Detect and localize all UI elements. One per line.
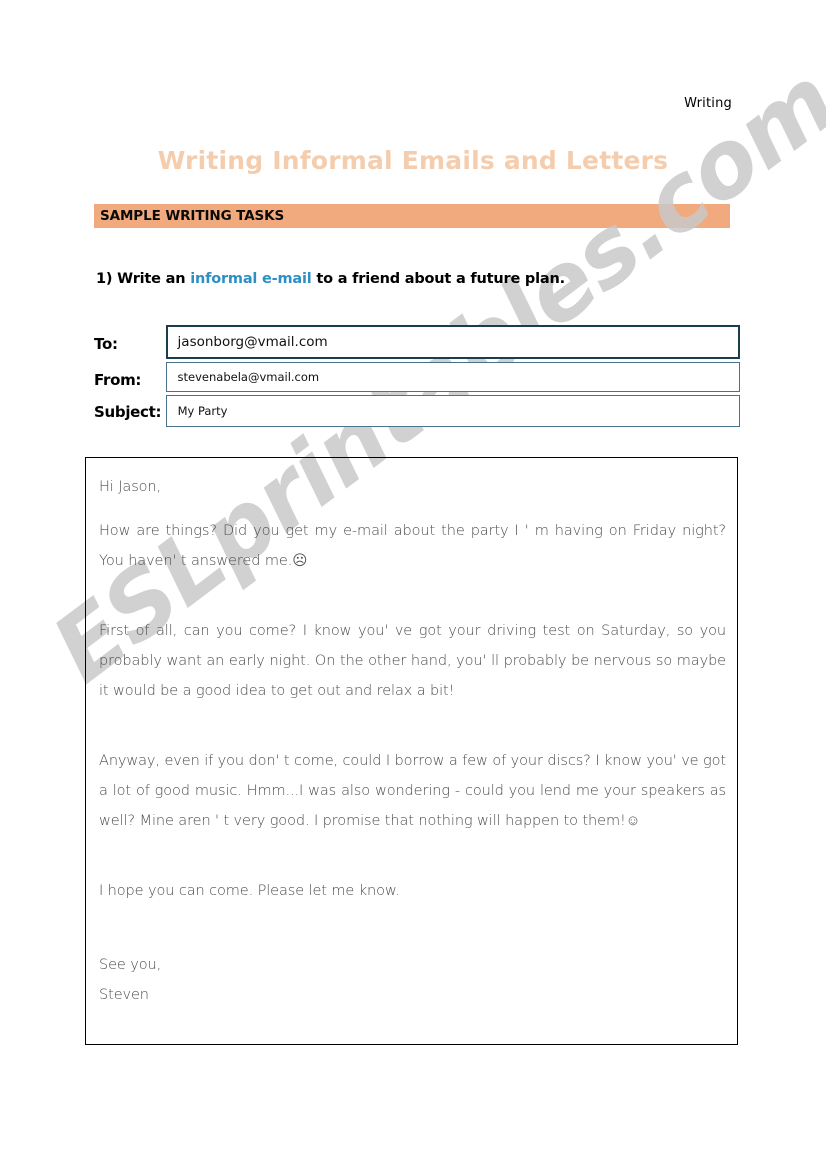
email-header-fields: To: jasonborg@vmail.com From: stevenabel… — [94, 325, 740, 427]
section-bar: SAMPLE WRITING TASKS — [94, 204, 730, 228]
email-from-label: From: — [94, 371, 142, 389]
running-header: Writing — [684, 96, 732, 111]
letter-paragraph-1: How are things? Did you get my e-mail ab… — [99, 523, 726, 569]
letter-signature: Steven — [99, 987, 149, 1003]
letter-paragraph-4: I hope you can come. Please let me know. — [99, 883, 400, 899]
email-to-value: jasonborg@vmail.com — [177, 334, 328, 350]
email-body-box[interactable]: Hi Jason, How are things? Did you get my… — [85, 457, 738, 1045]
section-bar-label: SAMPLE WRITING TASKS — [100, 208, 285, 224]
email-to-field[interactable]: jasonborg@vmail.com — [165, 325, 740, 359]
task-instruction: 1) Write an informal e-mail to a friend … — [96, 271, 565, 287]
letter-greeting: Hi Jason, — [99, 479, 162, 495]
letter-paragraph-2: First of all, can you come? I know you' … — [99, 623, 726, 699]
email-from-row: From: stevenabela@vmail.com — [94, 362, 740, 392]
letter-paragraph-3: Anyway, even if you don' t come, could I… — [99, 753, 726, 829]
email-to-label: To: — [94, 335, 118, 353]
email-subject-row: Subject: My Party — [94, 395, 740, 427]
task-instruction-prefix: 1) Write an — [96, 271, 191, 287]
email-subject-field[interactable]: My Party — [165, 395, 740, 427]
email-to-row: To: jasonborg@vmail.com — [94, 325, 740, 359]
task-instruction-suffix: to a friend about a future plan. — [311, 271, 565, 287]
email-subject-label: Subject: — [94, 403, 162, 421]
task-instruction-highlight: informal e-mail — [190, 271, 312, 287]
email-from-field[interactable]: stevenabela@vmail.com — [165, 362, 740, 392]
worksheet-page: Writing Writing Informal Emails and Lett… — [0, 0, 826, 1169]
page-title: Writing Informal Emails and Letters — [157, 146, 669, 175]
email-from-value: stevenabela@vmail.com — [177, 370, 320, 384]
email-subject-value: My Party — [177, 404, 228, 418]
letter-signoff: See you, — [99, 957, 162, 973]
